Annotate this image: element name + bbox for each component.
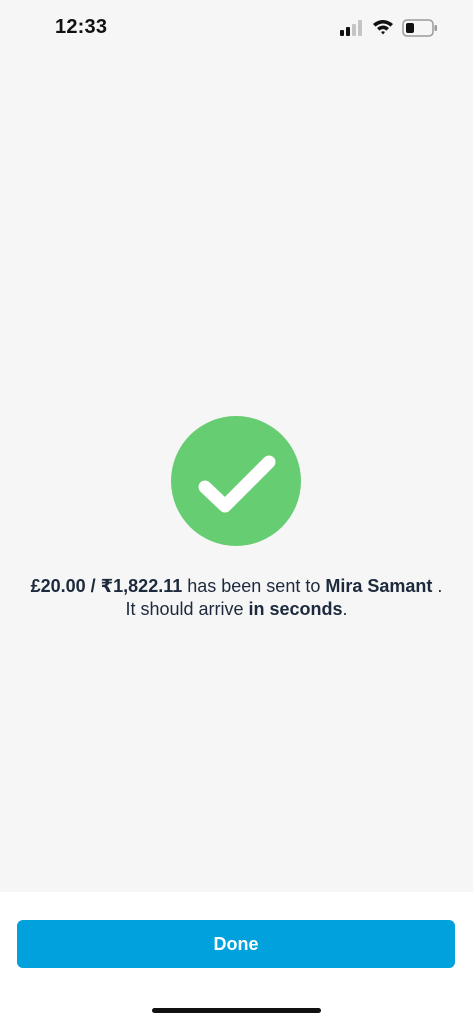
success-checkmark-icon [171, 416, 301, 546]
footer: Done [0, 892, 473, 1024]
status-time: 12:33 [55, 16, 108, 38]
home-indicator[interactable] [152, 1008, 321, 1013]
done-button[interactable]: Done [17, 920, 455, 968]
arrival-time: in seconds [248, 599, 343, 619]
confirmation-message: £20.00 / ₹1,822.11 has been sent to Mira… [30, 575, 443, 621]
message-end: . [342, 599, 348, 619]
recipient-name: Mira Samant [325, 576, 433, 596]
transfer-amount: £20.00 / ₹1,822.11 [30, 576, 183, 596]
cellular-signal-icon [340, 20, 362, 36]
wifi-icon [373, 20, 393, 35]
message-text-sent: has been sent to [182, 576, 326, 596]
status-bar: 12:33 [0, 0, 473, 56]
battery-icon [402, 19, 437, 37]
confirmation-content: £20.00 / ₹1,822.11 has been sent to Mira… [0, 56, 473, 892]
